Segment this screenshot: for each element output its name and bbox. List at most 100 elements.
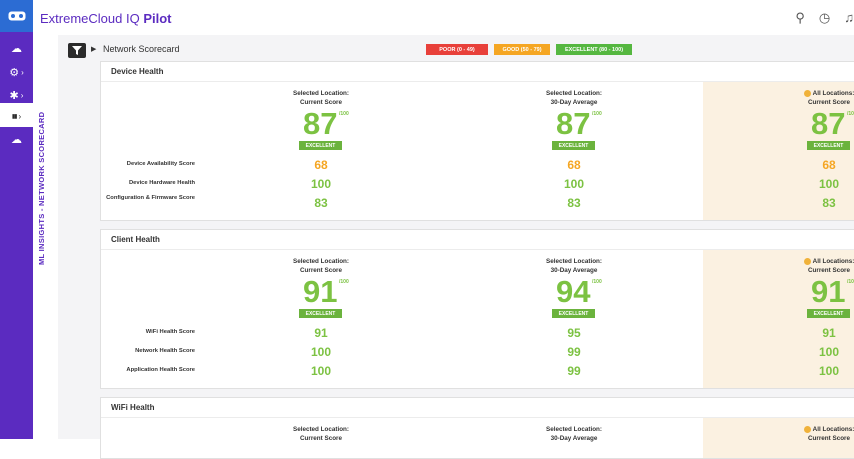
column-header: Selected Location: 30-Day Average bbox=[529, 89, 619, 107]
sidebar-item-cloud-upload[interactable]: ☁ bbox=[0, 37, 33, 59]
puzzle-icon: ✱ bbox=[9, 89, 19, 102]
score-out-of: /100 bbox=[339, 279, 349, 285]
card-header: WiFi Health bbox=[101, 398, 854, 418]
legend-item: POOR (0 - 49) bbox=[426, 44, 488, 55]
metric-label: Device Availability Score bbox=[126, 161, 195, 167]
bar-chart-icon: ▮▮ bbox=[11, 113, 18, 120]
info-dot-icon bbox=[803, 89, 811, 97]
metric-value: 68 bbox=[567, 158, 581, 172]
column-header-line1: Selected Location: bbox=[529, 89, 619, 98]
column-header-text: Selected Location: bbox=[293, 258, 349, 265]
filter-icon bbox=[72, 46, 82, 55]
metric-value: 99 bbox=[567, 364, 581, 378]
column-header-line1: All Locations: bbox=[784, 425, 854, 434]
sidebar-item-gear[interactable]: ⚙ › bbox=[0, 61, 33, 83]
filter-button[interactable] bbox=[68, 43, 86, 58]
column-header-text: All Locations: bbox=[812, 90, 854, 97]
column-header-line1: All Locations: bbox=[784, 89, 854, 98]
bell-icon[interactable]: ♫ bbox=[844, 10, 854, 26]
column-header-text: All Locations: bbox=[812, 426, 854, 433]
legend-item: GOOD (50 - 79) bbox=[494, 44, 550, 55]
card-title: WiFi Health bbox=[111, 403, 155, 412]
excellent-badge: EXCELLENT bbox=[807, 309, 850, 318]
app-title: ExtremeCloud IQ Pilot bbox=[40, 11, 172, 26]
health-card-device-health: Device Health Selected Location: Current S… bbox=[100, 61, 854, 221]
metric-value: 100 bbox=[310, 345, 332, 359]
card-header: Device Health bbox=[101, 62, 854, 82]
metric-label: Network Health Score bbox=[135, 348, 195, 354]
side-panel: ML INSIGHTS - NETWORK SCORECARD bbox=[33, 35, 59, 439]
column-header-line1: Selected Location: bbox=[276, 89, 366, 98]
metric-value: 100 bbox=[818, 345, 840, 359]
metric-label: Configuration & Firmware Score bbox=[106, 195, 195, 201]
metric-value: 100 bbox=[563, 177, 585, 191]
column-header-text: Selected Location: bbox=[546, 426, 602, 433]
metric-value: 100 bbox=[818, 177, 840, 191]
column-header: Selected Location: Current Score bbox=[276, 425, 366, 443]
info-dot-icon bbox=[803, 425, 811, 433]
overall-score: 87 bbox=[303, 106, 338, 141]
score-out-of: /100 bbox=[847, 279, 854, 285]
metric-value: 68 bbox=[314, 158, 328, 172]
card-title: Device Health bbox=[111, 67, 164, 76]
metric-label: Device Hardware Health bbox=[128, 180, 195, 186]
info-dot-icon bbox=[803, 257, 811, 265]
chevron-right-icon: › bbox=[21, 67, 24, 77]
sidebar-item-puzzle[interactable]: ✱ › bbox=[0, 84, 33, 106]
top-bar: ExtremeCloud IQ Pilot ⚲ ◷ ♫ bbox=[33, 0, 854, 36]
column-header-line1: Selected Location: bbox=[276, 257, 366, 266]
column-header: All Locations: Current Score bbox=[784, 425, 854, 443]
excellent-badge: EXCELLENT bbox=[552, 309, 595, 318]
score-out-of: /100 bbox=[339, 111, 349, 117]
legend-item: EXCELLENT (80 - 100) bbox=[556, 44, 632, 55]
card-header: Client Health bbox=[101, 230, 854, 250]
main-content: ▶ Network Scorecard POOR (0 - 49) GOOD (5… bbox=[58, 35, 854, 459]
metric-value: 91 bbox=[314, 326, 328, 340]
metric-value: 100 bbox=[310, 364, 332, 378]
column-header: Selected Location: Current Score bbox=[276, 89, 366, 107]
column-header-line1: Selected Location: bbox=[529, 425, 619, 434]
cloud-upload-icon: ☁ bbox=[11, 42, 22, 55]
metric-value: 100 bbox=[818, 364, 840, 378]
column-header: Selected Location: 30-Day Average bbox=[529, 425, 619, 443]
health-card-client-health: Client Health Selected Location: Current S… bbox=[100, 229, 854, 389]
logo[interactable] bbox=[0, 0, 33, 32]
score-out-of: /100 bbox=[592, 111, 602, 117]
column-header-line1: Selected Location: bbox=[529, 257, 619, 266]
column-header: All Locations: Current Score bbox=[784, 257, 854, 275]
overall-score: 91 bbox=[811, 274, 846, 309]
metric-value: 99 bbox=[567, 345, 581, 359]
sidebar-item-bar-chart[interactable]: ▮▮ › bbox=[0, 105, 33, 127]
column-header: All Locations: Current Score bbox=[784, 89, 854, 107]
side-panel-title: ML INSIGHTS - NETWORK SCORECARD bbox=[37, 111, 46, 265]
metric-value: 83 bbox=[567, 196, 581, 210]
column-header-text: Selected Location: bbox=[293, 90, 349, 97]
chevron-right-icon: › bbox=[18, 111, 22, 121]
metric-value: 68 bbox=[822, 158, 836, 172]
health-card-wifi-health: WiFi Health Selected Location: Current Sco… bbox=[100, 397, 854, 459]
excellent-badge: EXCELLENT bbox=[299, 141, 342, 150]
card-title: Client Health bbox=[111, 235, 160, 244]
excellent-badge: EXCELLENT bbox=[552, 141, 595, 150]
metric-value: 100 bbox=[310, 177, 332, 191]
overall-score: 87 bbox=[811, 106, 846, 141]
overall-score: 91 bbox=[303, 274, 338, 309]
chevron-right-icon: › bbox=[20, 90, 24, 100]
scorecard-title: Network Scorecard bbox=[103, 44, 180, 54]
overall-score: 87 bbox=[556, 106, 591, 141]
column-header-line1: All Locations: bbox=[784, 257, 854, 266]
column-header: Selected Location: 30-Day Average bbox=[529, 257, 619, 275]
chevron-right-icon[interactable]: ▶ bbox=[91, 45, 96, 53]
overall-score: 94 bbox=[556, 274, 591, 309]
clock-icon[interactable]: ◷ bbox=[819, 10, 830, 26]
column-header-text: Selected Location: bbox=[546, 90, 602, 97]
metric-label: WiFi Health Score bbox=[145, 329, 195, 335]
cloud-icon: ☁ bbox=[11, 133, 22, 146]
column-header-text: Selected Location: bbox=[293, 426, 349, 433]
column-header-text: All Locations: bbox=[812, 258, 854, 265]
excellent-badge: EXCELLENT bbox=[299, 309, 342, 318]
search-icon[interactable]: ⚲ bbox=[795, 10, 805, 26]
score-out-of: /100 bbox=[592, 279, 602, 285]
sidebar-item-cloud[interactable]: ☁ bbox=[0, 128, 33, 150]
column-header-text: Selected Location: bbox=[546, 258, 602, 265]
